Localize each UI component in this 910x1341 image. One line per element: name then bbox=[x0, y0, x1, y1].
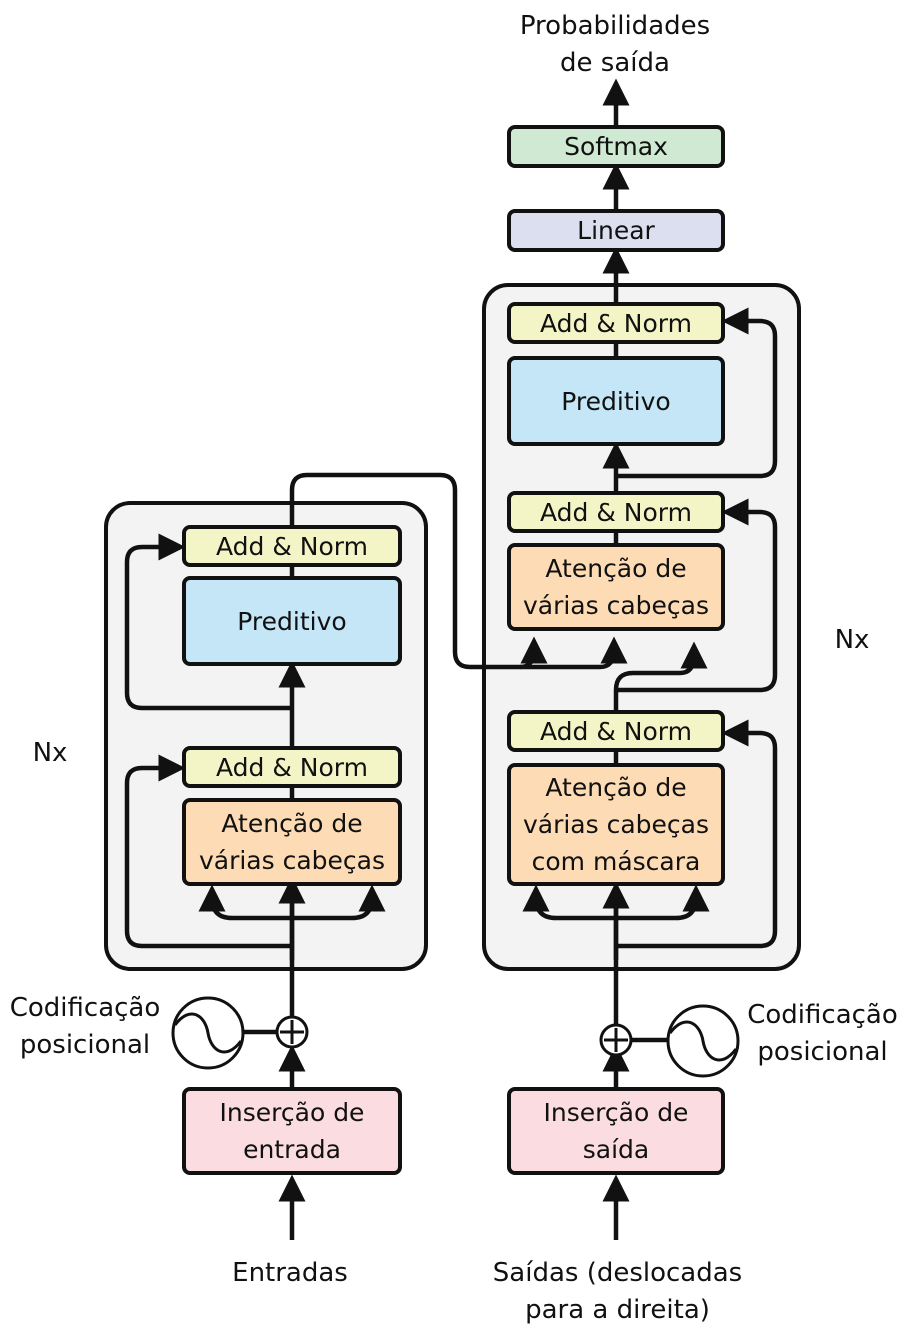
decoder-positional-line1: Codificação bbox=[747, 1000, 898, 1030]
encoder-attn-branches bbox=[198, 884, 292, 921]
decoder-nx-label: Nx bbox=[834, 625, 870, 655]
decoder-add-norm-top-label: Add & Norm bbox=[540, 308, 692, 338]
decoder-outputs-line1: Saídas (deslocadas bbox=[492, 1258, 743, 1288]
linear-box: Linear bbox=[507, 209, 725, 252]
encoder-add-norm-top: Add & Norm bbox=[182, 525, 402, 567]
encoder-feed-forward-label: Preditivo bbox=[237, 606, 347, 636]
decoder-cross-attention-line2: várias cabeças bbox=[522, 591, 710, 620]
decoder-cross-attention: Atenção de várias cabeças bbox=[507, 543, 725, 631]
encoder-embedding-line1: Inserção de bbox=[219, 1098, 365, 1127]
encoder-attention-line1: Atenção de bbox=[221, 809, 363, 838]
encoder-add-norm-bottom: Add & Norm bbox=[182, 746, 402, 788]
decoder-add-icon bbox=[599, 1023, 633, 1057]
decoder-outputs-label: Saídas (deslocadas para a direita) bbox=[480, 1255, 755, 1329]
output-label-line1: Probabilidades bbox=[519, 11, 711, 41]
encoder-positional-line2: posicional bbox=[19, 1030, 151, 1060]
decoder-feed-forward-label: Preditivo bbox=[561, 386, 671, 416]
output-label-line2: de saída bbox=[560, 48, 670, 78]
decoder-embedding-line2: saída bbox=[582, 1135, 650, 1164]
encoder-multihead-attention: Atenção de várias cabeças bbox=[182, 798, 402, 886]
decoder-feed-forward: Preditivo bbox=[507, 356, 725, 446]
decoder-cross-attention-line1: Atenção de bbox=[545, 554, 687, 583]
encoder-embedding-line2: entrada bbox=[243, 1135, 341, 1164]
decoder-masked-attention-line2: várias cabeças bbox=[522, 810, 710, 839]
decoder-masked-attention-line1: Atenção de bbox=[545, 773, 687, 802]
decoder-masked-attention-line3: com máscara bbox=[531, 847, 701, 876]
decoder-add-norm-middle-label: Add & Norm bbox=[540, 497, 692, 527]
softmax-label: Softmax bbox=[564, 132, 668, 161]
linear-label: Linear bbox=[577, 216, 655, 245]
decoder-positional-label: Codificação posicional bbox=[740, 997, 905, 1071]
encoder-add-icon bbox=[275, 1015, 309, 1049]
encoder-attention-line2: várias cabeças bbox=[198, 846, 386, 875]
decoder-positional-line2: posicional bbox=[757, 1037, 888, 1067]
output-probabilities-label: Probabilidades de saída bbox=[480, 8, 750, 82]
encoder-positional-line1: Codificação bbox=[9, 993, 161, 1023]
decoder-output-embedding: Inserção de saída bbox=[507, 1087, 725, 1175]
decoder-sine-icon bbox=[666, 1004, 740, 1078]
encoder-inputs-label: Entradas bbox=[232, 1258, 348, 1288]
encoder-nx-label: Nx bbox=[32, 738, 68, 768]
decoder-embedding-line1: Inserção de bbox=[543, 1098, 689, 1127]
decoder-add-norm-top: Add & Norm bbox=[507, 302, 725, 344]
decoder-add-norm-bottom-label: Add & Norm bbox=[540, 716, 692, 746]
connector-lines bbox=[124, 78, 778, 1240]
decoder-masked-attention: Atenção de várias cabeças com máscara bbox=[507, 763, 725, 886]
encoder-positional-label: Codificação posicional bbox=[0, 990, 170, 1064]
encoder-input-embedding: Inserção de entrada bbox=[182, 1087, 402, 1175]
encoder-add-norm-bottom-label: Add & Norm bbox=[216, 752, 368, 782]
decoder-add-norm-bottom: Add & Norm bbox=[507, 710, 725, 752]
encoder-add-norm-top-label: Add & Norm bbox=[216, 531, 368, 561]
encoder-feed-forward: Preditivo bbox=[182, 576, 402, 666]
softmax-box: Softmax bbox=[507, 125, 725, 168]
decoder-add-norm-middle: Add & Norm bbox=[507, 491, 725, 533]
decoder-outputs-line2: para a direita) bbox=[525, 1295, 710, 1325]
encoder-sine-icon bbox=[171, 996, 245, 1070]
